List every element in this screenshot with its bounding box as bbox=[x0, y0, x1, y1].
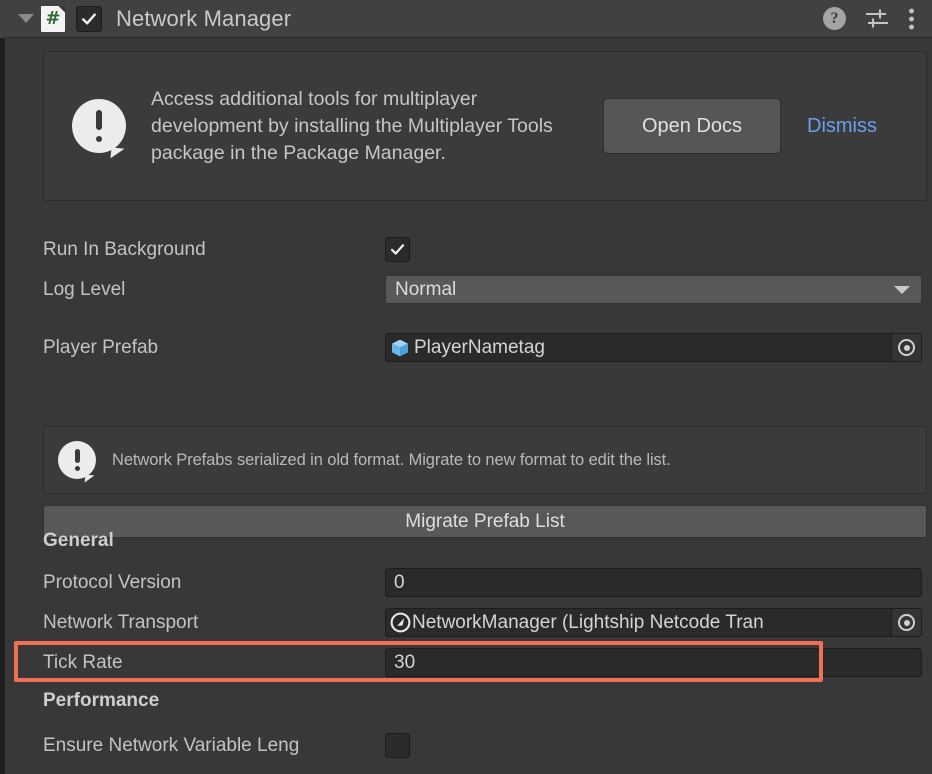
multiplayer-tools-notice: Access additional tools for multiplayer … bbox=[43, 51, 927, 201]
section-heading-general: General bbox=[43, 530, 114, 552]
protocol-version-input[interactable]: 0 bbox=[385, 568, 922, 597]
kebab-menu-glyph bbox=[908, 7, 915, 31]
label-log-level: Log Level bbox=[5, 279, 385, 301]
prefab-cube-icon bbox=[390, 338, 410, 358]
run-in-background-checkbox[interactable] bbox=[385, 237, 410, 262]
dismiss-button[interactable]: Dismiss bbox=[807, 115, 877, 138]
foldout-toggle[interactable] bbox=[13, 14, 39, 23]
protocol-version-value: 0 bbox=[386, 572, 405, 594]
network-transport-value: NetworkManager (Lightship Netcode Tran bbox=[412, 612, 764, 634]
inspector-panel: # Network Manager ? bbox=[0, 0, 932, 774]
triangle-down-icon bbox=[18, 14, 34, 23]
checkmark-icon bbox=[390, 242, 405, 257]
network-transport-object-picker[interactable] bbox=[891, 609, 921, 636]
left-edge-strip-header bbox=[0, 0, 5, 38]
field-tick-rate: 30 bbox=[385, 647, 927, 678]
row-player-prefab: Player Prefab PlayerNametag bbox=[5, 332, 932, 363]
player-prefab-value: PlayerNametag bbox=[414, 337, 545, 359]
ensure-network-variable-length-checkbox[interactable] bbox=[385, 733, 410, 758]
prefab-warning-message: Network Prefabs serialized in old format… bbox=[112, 451, 671, 470]
label-tick-rate: Tick Rate bbox=[5, 652, 385, 674]
component-header: # Network Manager ? bbox=[5, 0, 932, 38]
row-log-level: Log Level Normal bbox=[5, 274, 932, 305]
row-run-in-background: Run In Background bbox=[5, 234, 932, 265]
kebab-menu-icon[interactable] bbox=[908, 7, 915, 31]
script-component-icon bbox=[390, 612, 411, 633]
field-log-level: Normal bbox=[385, 274, 927, 305]
chevron-down-icon bbox=[894, 286, 910, 294]
label-protocol-version-text: Protocol Version bbox=[5, 572, 385, 594]
field-network-transport: NetworkManager (Lightship Netcode Tran bbox=[385, 607, 927, 638]
field-run-in-background bbox=[385, 234, 927, 265]
row-protocol-version-field: Protocol Version 0 bbox=[5, 567, 932, 598]
label-player-prefab: Player Prefab bbox=[5, 337, 385, 359]
player-prefab-object-field[interactable]: PlayerNametag bbox=[385, 333, 922, 362]
component-enabled-checkbox[interactable] bbox=[76, 6, 102, 32]
migrate-prefab-list-button[interactable]: Migrate Prefab List bbox=[43, 505, 927, 538]
row-tick-rate: Tick Rate 30 bbox=[5, 647, 932, 678]
script-file-icon: # bbox=[41, 6, 65, 32]
row-network-transport: Network Transport NetworkManager (Lights… bbox=[5, 607, 932, 638]
field-ensure-network-variable-length bbox=[385, 730, 927, 761]
section-heading-performance: Performance bbox=[43, 690, 159, 712]
tick-rate-value: 30 bbox=[386, 652, 415, 674]
inspector-body: Access additional tools for multiplayer … bbox=[5, 38, 932, 774]
prefab-format-warning: Network Prefabs serialized in old format… bbox=[43, 426, 927, 494]
target-picker-icon bbox=[898, 614, 915, 631]
row-ensure-network-variable-length: Ensure Network Variable Leng bbox=[5, 730, 932, 761]
field-player-prefab: PlayerNametag bbox=[385, 332, 927, 363]
help-icon[interactable]: ? bbox=[823, 7, 846, 30]
component-title: Network Manager bbox=[116, 6, 291, 32]
label-network-transport: Network Transport bbox=[5, 612, 385, 634]
label-ensure-network-variable-length: Ensure Network Variable Leng bbox=[5, 735, 385, 757]
left-edge-strip bbox=[0, 0, 5, 774]
network-transport-object-field[interactable]: NetworkManager (Lightship Netcode Tran bbox=[385, 608, 922, 637]
open-docs-button[interactable]: Open Docs bbox=[603, 98, 781, 154]
info-bubble-icon bbox=[58, 441, 96, 479]
preset-sliders-glyph bbox=[864, 8, 890, 30]
label-run-in-background: Run In Background bbox=[5, 239, 385, 261]
target-picker-icon bbox=[898, 339, 915, 356]
tick-rate-input[interactable]: 30 bbox=[385, 648, 922, 677]
player-prefab-object-picker[interactable] bbox=[891, 334, 921, 361]
info-bubble-icon bbox=[72, 99, 126, 153]
log-level-value: Normal bbox=[386, 279, 894, 301]
field-protocol-version: 0 bbox=[385, 567, 927, 598]
header-icon-group: ? bbox=[823, 7, 932, 31]
checkmark-icon bbox=[81, 11, 97, 27]
preset-sliders-icon[interactable] bbox=[864, 8, 890, 30]
log-level-dropdown[interactable]: Normal bbox=[385, 275, 922, 304]
notice-message: Access additional tools for multiplayer … bbox=[151, 86, 591, 167]
